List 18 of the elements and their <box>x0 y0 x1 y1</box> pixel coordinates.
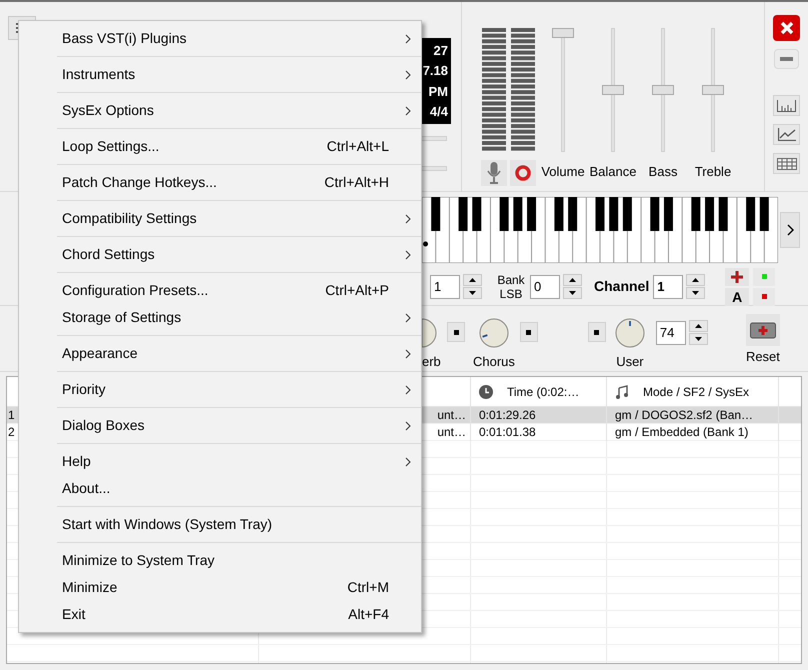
table-cell: 0:01:01.38 <box>471 424 607 441</box>
slider-label: Bass <box>648 163 678 181</box>
display-text: 27 <box>434 44 448 57</box>
bank-label: Bank LSB <box>496 272 526 300</box>
table-cell-text: 1 <box>7 407 16 424</box>
channel-label: Channel <box>594 277 650 296</box>
table-cell: gm / Embedded (Bank 1) <box>607 424 779 441</box>
display-text: PM <box>428 84 448 98</box>
knob-label: Chorus <box>473 355 515 368</box>
display-text: 7.18 <box>422 64 448 78</box>
slider-label: Volume <box>541 163 585 181</box>
display-text: 4/4 <box>430 105 448 118</box>
reset-label: Reset <box>746 350 780 363</box>
knob-label: erb <box>422 355 442 368</box>
knob-label: User <box>616 355 644 368</box>
slider-label: Balance <box>590 163 636 181</box>
slider-label: Treble <box>694 163 732 181</box>
table-cell-text: 2 <box>7 424 16 441</box>
